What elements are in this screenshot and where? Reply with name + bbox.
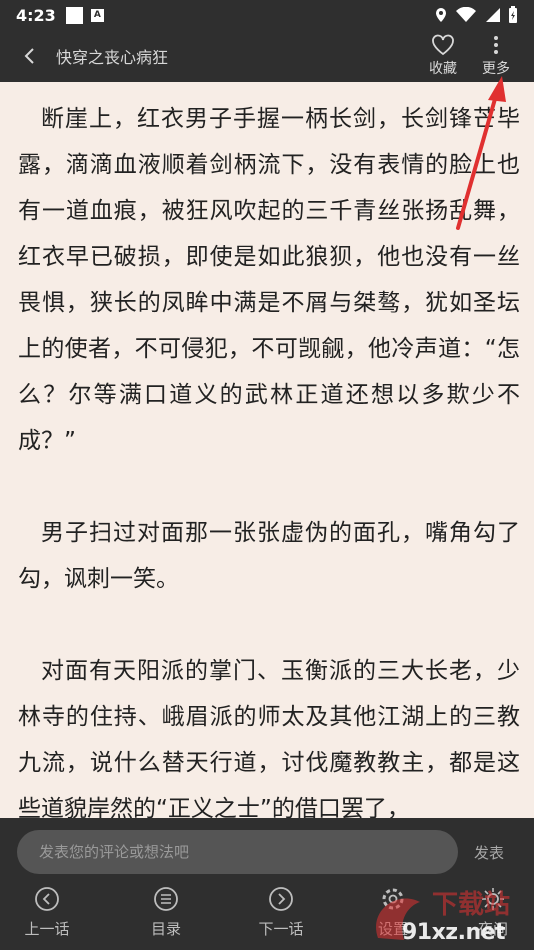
notification-a-icon: A bbox=[90, 8, 104, 22]
catalog-button[interactable]: 目录 bbox=[131, 886, 201, 939]
chapter-content[interactable]: 断崖上，红衣男子手握一柄长剑，长剑锋芒毕露，滴滴血液顺着剑柄流下，没有表情的脸上… bbox=[0, 82, 534, 818]
more-label: 更多 bbox=[482, 61, 510, 77]
paragraph: 断崖上，红衣男子手握一柄长剑，长剑锋芒毕露，滴滴血液顺着剑柄流下，没有表情的脸上… bbox=[18, 106, 520, 454]
catalog-label: 目录 bbox=[150, 920, 181, 938]
watermark-site: 91xz.net bbox=[402, 920, 506, 945]
favorite-label: 收藏 bbox=[429, 61, 457, 77]
location-icon bbox=[436, 8, 446, 22]
more-vertical-icon bbox=[494, 36, 498, 54]
chevron-left-icon bbox=[24, 48, 34, 64]
book-title: 快穿之丧心病狂 bbox=[56, 48, 169, 67]
status-icons bbox=[434, 6, 518, 24]
watermark-label: 下载站 bbox=[432, 890, 511, 920]
favorite-button[interactable]: 收藏 bbox=[421, 34, 465, 80]
circle-chevron-right-icon bbox=[269, 887, 293, 911]
back-button[interactable] bbox=[16, 42, 44, 70]
list-icon bbox=[154, 887, 178, 911]
next-chapter-label: 下一话 bbox=[258, 920, 304, 938]
next-chapter-button[interactable]: 下一话 bbox=[246, 886, 316, 939]
prev-chapter-button[interactable]: 上一话 bbox=[12, 886, 82, 939]
wifi-icon bbox=[456, 7, 476, 22]
signal-icon bbox=[486, 8, 500, 22]
prev-chapter-label: 上一话 bbox=[24, 920, 70, 938]
status-bar: 4:23 A bbox=[0, 0, 534, 30]
status-time: 4:23 bbox=[16, 5, 56, 25]
heart-icon bbox=[432, 34, 454, 56]
circle-chevron-left-icon bbox=[35, 887, 59, 911]
reader-top-bar: 快穿之丧心病狂 收藏 更多 bbox=[0, 30, 534, 82]
paragraph: 男子扫过对面那一张张虚伪的面孔，嘴角勾了勾，讽刺一笑。 bbox=[18, 520, 520, 592]
gear-icon bbox=[382, 888, 404, 910]
comment-input[interactable] bbox=[17, 830, 458, 874]
paragraph: 对面有天阳派的掌门、玉衡派的三大长老，少林寺的住持、峨眉派的师太及其他江湖上的三… bbox=[18, 658, 520, 818]
battery-icon bbox=[509, 6, 517, 23]
publish-button[interactable]: 发表 bbox=[474, 842, 504, 863]
notification-square-icon bbox=[65, 6, 83, 24]
more-button[interactable]: 更多 bbox=[474, 34, 518, 80]
